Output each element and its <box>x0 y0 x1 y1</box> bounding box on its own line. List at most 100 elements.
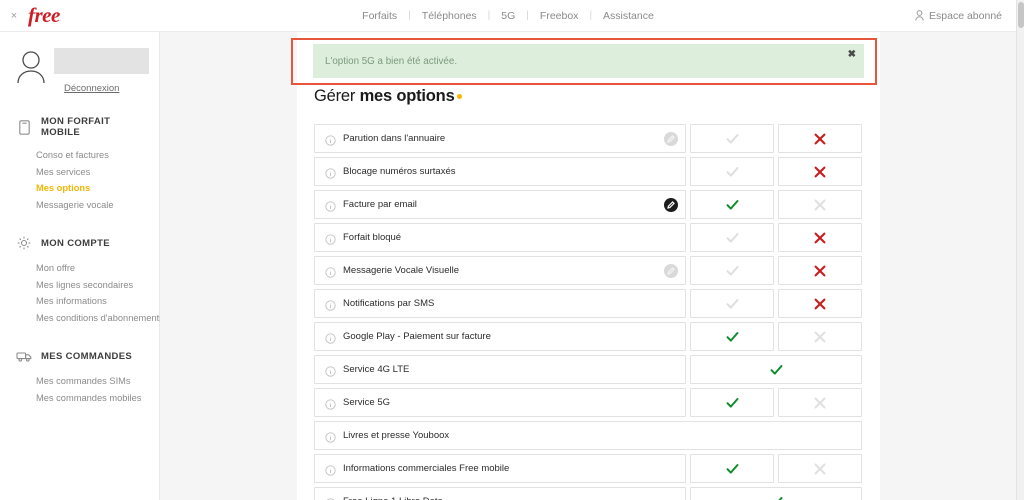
option-activate-cell[interactable] <box>690 355 862 384</box>
option-activate-cell[interactable] <box>690 388 774 417</box>
title-dot <box>456 94 462 99</box>
option-activate-cell[interactable] <box>690 157 774 186</box>
option-label-cell: Google Play - Paiement sur facture <box>314 322 686 351</box>
info-icon[interactable] <box>325 232 336 245</box>
sidebar: Déconnexion MON FORFAIT MOBILE Conso et … <box>0 32 164 500</box>
option-name: Google Play - Paiement sur facture <box>343 331 491 342</box>
option-activate-cell[interactable] <box>690 454 774 483</box>
delivery-truck-icon <box>16 348 32 364</box>
option-deactivate-cell[interactable] <box>778 223 862 252</box>
nav-link-telephones[interactable]: Téléphones <box>411 10 488 22</box>
info-icon[interactable] <box>325 133 336 146</box>
sidebar-item-mes-commandes-sims[interactable]: Mes commandes SIMs <box>36 373 159 390</box>
option-label-cell: Notifications par SMS <box>314 289 686 318</box>
info-icon[interactable] <box>325 298 336 311</box>
close-icon[interactable]: × <box>0 10 28 22</box>
option-activate-cell[interactable] <box>690 322 774 351</box>
nav-link-forfaits[interactable]: Forfaits <box>351 10 408 22</box>
nav-link-freebox[interactable]: Freebox <box>529 10 590 22</box>
option-activate-cell[interactable] <box>690 256 774 285</box>
option-label-cell: Livres et presse Youboox <box>314 421 862 450</box>
option-label-cell: Service 4G LTE <box>314 355 686 384</box>
option-name: Livres et presse Youboox <box>343 430 450 441</box>
option-row: Service 5G <box>314 388 862 417</box>
logout-link[interactable]: Déconnexion <box>54 83 119 94</box>
info-icon[interactable] <box>325 397 336 410</box>
sidebar-item-mon-offre[interactable]: Mon offre <box>36 260 159 277</box>
option-label-cell: Service 5G <box>314 388 686 417</box>
option-name: Parution dans l'annuaire <box>343 133 446 144</box>
page-title-strong: mes options <box>359 87 455 105</box>
sidebar-sublist: Mon offre Mes lignes secondaires Mes inf… <box>0 260 164 327</box>
sidebar-group-header[interactable]: MON COMPTE <box>0 235 159 251</box>
option-deactivate-cell[interactable] <box>778 289 862 318</box>
person-icon <box>915 10 924 21</box>
option-name: Blocage numéros surtaxés <box>343 166 456 177</box>
sidebar-item-mes-informations[interactable]: Mes informations <box>36 293 159 310</box>
option-deactivate-cell[interactable] <box>778 388 862 417</box>
sidebar-item-mes-services[interactable]: Mes services <box>36 164 159 181</box>
user-details: Déconnexion <box>54 48 149 94</box>
info-icon[interactable] <box>325 199 336 212</box>
nav-link-assistance[interactable]: Assistance <box>592 10 665 22</box>
option-label-cell: Messagerie Vocale Visuelle <box>314 256 686 285</box>
nav-link-5g[interactable]: 5G <box>490 10 526 22</box>
sidebar-item-mes-commandes-mobiles[interactable]: Mes commandes mobiles <box>36 390 159 407</box>
option-name: Informations commerciales Free mobile <box>343 463 510 474</box>
sidebar-sublist: Conso et factures Mes services Mes optio… <box>0 147 159 213</box>
success-alert: L'option 5G a bien été activée. ✖ <box>313 44 864 78</box>
account-label: Espace abonné <box>929 9 1002 22</box>
option-deactivate-cell[interactable] <box>778 157 862 186</box>
info-icon[interactable] <box>325 364 336 377</box>
option-activate-cell[interactable] <box>690 190 774 219</box>
alert-close-icon[interactable]: ✖ <box>848 50 856 60</box>
sidebar-item-messagerie-vocale[interactable]: Messagerie vocale <box>36 197 159 214</box>
option-label-cell: Blocage numéros surtaxés <box>314 157 686 186</box>
pencil-icon <box>664 263 678 278</box>
option-deactivate-cell[interactable] <box>778 322 862 351</box>
option-row: Service 4G LTE <box>314 355 862 384</box>
sidebar-item-mes-options[interactable]: Mes options <box>36 180 159 197</box>
info-icon[interactable] <box>325 331 336 344</box>
options-list: Parution dans l'annuaire Blocage numéros … <box>314 124 862 500</box>
scrollbar-thumb[interactable] <box>1018 2 1024 28</box>
account-link[interactable]: Espace abonné <box>915 10 1002 22</box>
alert-body: L'option 5G a bien été activée. ✖ <box>313 44 864 78</box>
option-activate-cell[interactable] <box>690 124 774 153</box>
option-deactivate-cell[interactable] <box>778 190 862 219</box>
option-row: Facture par email <box>314 190 862 219</box>
option-row: Livres et presse Youboox <box>314 421 862 450</box>
free-logo[interactable]: free <box>28 5 60 26</box>
option-activate-cell[interactable] <box>690 223 774 252</box>
option-name: Free Ligne 1 Libre Data <box>343 496 443 500</box>
info-icon[interactable] <box>325 496 336 500</box>
option-activate-cell[interactable] <box>690 487 862 500</box>
sidebar-sublist: Mes commandes SIMs Mes commandes mobiles <box>0 373 159 406</box>
avatar-icon <box>16 50 46 94</box>
option-deactivate-cell[interactable] <box>778 256 862 285</box>
sidebar-group-header[interactable]: MON FORFAIT MOBILE <box>0 116 159 138</box>
info-icon[interactable] <box>325 265 336 278</box>
sidebar-item-conso-et-factures[interactable]: Conso et factures <box>36 147 159 164</box>
info-icon[interactable] <box>325 430 336 443</box>
info-icon[interactable] <box>325 166 336 179</box>
option-row: Messagerie Vocale Visuelle <box>314 256 862 285</box>
sidebar-group-header[interactable]: MES COMMANDES <box>0 348 159 364</box>
option-row: Forfait bloqué <box>314 223 862 252</box>
alert-message: L'option 5G a bien été activée. <box>325 55 458 67</box>
option-name: Facture par email <box>343 199 417 210</box>
sidebar-group-title: MES COMMANDES <box>41 350 133 362</box>
option-deactivate-cell[interactable] <box>778 124 862 153</box>
user-block: Déconnexion <box>0 48 159 94</box>
option-label-cell: Parution dans l'annuaire <box>314 124 686 153</box>
page-scrollbar[interactable] <box>1016 0 1024 500</box>
sidebar-item-mes-lignes-secondaires[interactable]: Mes lignes secondaires <box>36 277 159 294</box>
option-deactivate-cell[interactable] <box>778 454 862 483</box>
account-name-redacted <box>54 48 149 74</box>
option-activate-cell[interactable] <box>690 289 774 318</box>
pencil-icon[interactable] <box>664 197 678 212</box>
sidebar-item-mes-conditions-abonnements[interactable]: Mes conditions d'abonnements <box>36 310 164 327</box>
option-name: Service 4G LTE <box>343 364 410 375</box>
option-row: Parution dans l'annuaire <box>314 124 862 153</box>
info-icon[interactable] <box>325 463 336 476</box>
